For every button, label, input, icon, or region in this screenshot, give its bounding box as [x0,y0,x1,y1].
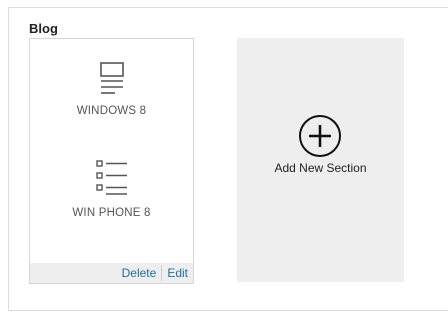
plus-circle-icon [299,115,341,157]
page-icon [99,62,124,94]
list-icon [95,160,127,195]
section-card-footer: Delete Edit [30,263,193,283]
section-item-label: WINDOWS 8 [76,105,147,117]
delete-link[interactable]: Delete [117,265,162,281]
section-item-windows[interactable]: WINDOWS 8 [30,61,193,117]
add-new-section-button[interactable]: Add New Section [237,38,404,282]
section-item-win-phone[interactable]: WIN PHONE 8 [30,159,193,219]
group-title: Blog [29,21,58,36]
add-new-section-label: Add New Section [274,161,367,175]
section-item-label: WIN PHONE 8 [72,207,151,219]
edit-link[interactable]: Edit [162,265,193,281]
section-card: WINDOWS 8 WIN PHONE 8 Delete Edit [29,38,194,284]
